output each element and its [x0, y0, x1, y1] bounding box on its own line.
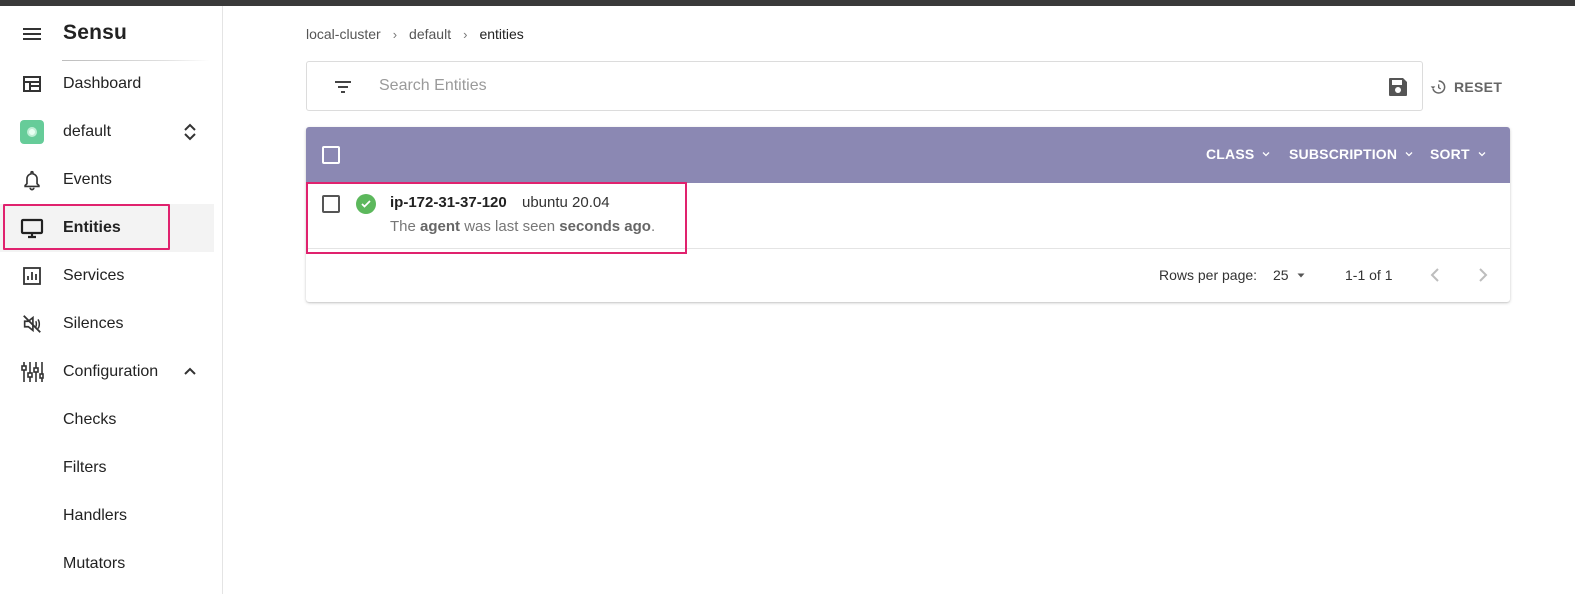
sidebar-item-entities[interactable]: Entities	[0, 204, 214, 252]
entity-class: agent	[420, 218, 461, 235]
volume-off-icon	[20, 312, 44, 336]
entity-last-seen: The agent was last seen seconds ago.	[390, 218, 655, 235]
menu-icon[interactable]	[20, 22, 44, 46]
breadcrumb-cluster[interactable]: local-cluster	[306, 26, 381, 42]
sidebar-item-label: Filters	[63, 459, 107, 476]
sidebar: Sensu Dashboard default Events Entities	[0, 6, 223, 594]
breadcrumb-current: entities	[479, 26, 524, 42]
select-all-checkbox[interactable]	[322, 146, 340, 164]
entity-name-link[interactable]: ip-172-31-37-120	[390, 194, 507, 211]
chevron-down-icon	[1405, 152, 1413, 157]
last-seen-prefix: The	[390, 218, 416, 235]
subscription-menu-label: SUBSCRIPTION	[1289, 146, 1398, 162]
last-seen-middle: was last seen	[464, 218, 556, 235]
brand-header: Sensu	[0, 6, 223, 62]
sidebar-item-services[interactable]: Services	[0, 252, 214, 300]
sidebar-item-label: Dashboard	[63, 75, 142, 92]
rows-per-page-value: 25	[1273, 267, 1289, 283]
chevron-right-icon	[1479, 268, 1488, 282]
namespace-icon	[20, 120, 44, 144]
row-checkbox[interactable]	[322, 195, 340, 213]
caret-down-icon	[1297, 273, 1305, 278]
reset-button[interactable]: RESET	[1430, 76, 1502, 98]
sidebar-item-label: Services	[63, 267, 125, 284]
sort-menu-label: SORT	[1430, 146, 1470, 162]
bell-icon	[20, 168, 44, 192]
sidebar-item-label: Checks	[63, 411, 117, 428]
sidebar-item-dashboard[interactable]: Dashboard	[0, 60, 214, 108]
reset-label: RESET	[1454, 79, 1503, 95]
table-row[interactable]: ip-172-31-37-120 ubuntu 20.04 The agent …	[306, 183, 1510, 249]
dashboard-icon	[20, 72, 44, 96]
search-input[interactable]	[379, 72, 1359, 100]
sidebar-item-mutators[interactable]: Mutators	[0, 540, 214, 588]
sidebar-item-label: Handlers	[63, 507, 128, 524]
sidebar-item-events[interactable]: Events	[0, 156, 214, 204]
sidebar-item-configuration[interactable]: Configuration	[0, 348, 214, 396]
filter-icon[interactable]	[331, 75, 355, 99]
last-seen-time: seconds ago	[559, 218, 651, 235]
next-page-button[interactable]	[1471, 263, 1495, 287]
sidebar-item-label: Silences	[63, 315, 124, 332]
sidebar-item-handlers[interactable]: Handlers	[0, 492, 214, 540]
monitor-icon	[20, 216, 44, 240]
sidebar-item-label: Entities	[63, 219, 121, 236]
class-menu-label: CLASS	[1206, 146, 1255, 162]
history-icon	[1430, 80, 1446, 94]
unfold-icon[interactable]	[178, 120, 202, 144]
pagination: Rows per page: 25 1-1 of 1	[306, 249, 1510, 302]
app-name: Sensu	[63, 21, 128, 44]
save-icon[interactable]	[1386, 75, 1410, 99]
rows-per-page-select[interactable]: 25	[1273, 267, 1307, 283]
sidebar-item-namespace[interactable]: default	[0, 108, 214, 156]
tune-icon	[20, 360, 44, 384]
last-seen-suffix: .	[650, 218, 656, 235]
breadcrumb-separator-icon: ›	[463, 26, 468, 42]
chevron-down-icon	[1263, 152, 1270, 157]
previous-page-button[interactable]	[1423, 263, 1447, 287]
breadcrumb-separator-icon: ›	[392, 26, 398, 42]
sidebar-item-label: default	[63, 123, 112, 140]
entities-table: CLASS SUBSCRIPTION SORT ip-172-31-37-120…	[306, 127, 1510, 302]
entity-os: ubuntu 20.04	[522, 194, 610, 211]
chevron-left-icon	[1430, 268, 1439, 282]
table-header: CLASS SUBSCRIPTION SORT	[306, 127, 1510, 183]
subscription-menu-button[interactable]: SUBSCRIPTION	[1289, 146, 1415, 162]
search-bar	[306, 61, 1423, 111]
pagination-range: 1-1 of 1	[1345, 267, 1393, 283]
rows-per-page-label: Rows per page:	[1159, 267, 1258, 283]
sidebar-item-label: Mutators	[63, 555, 126, 572]
breadcrumb-namespace[interactable]: default	[409, 26, 451, 42]
sidebar-item-filters[interactable]: Filters	[0, 444, 214, 492]
sidebar-item-label: Configuration	[63, 363, 159, 380]
sidebar-item-checks[interactable]: Checks	[0, 396, 214, 444]
class-menu-button[interactable]: CLASS	[1206, 146, 1272, 162]
window-top-bar	[0, 0, 1575, 6]
bar-chart-icon	[20, 264, 44, 288]
chevron-up-icon[interactable]	[178, 360, 202, 384]
chevron-down-icon	[1478, 152, 1486, 157]
sort-menu-button[interactable]: SORT	[1430, 146, 1488, 162]
sidebar-item-label: Events	[63, 171, 112, 188]
breadcrumb: local-cluster › default › entities	[306, 26, 524, 42]
sidebar-item-silences[interactable]: Silences	[0, 300, 214, 348]
status-ok-icon	[356, 194, 376, 214]
